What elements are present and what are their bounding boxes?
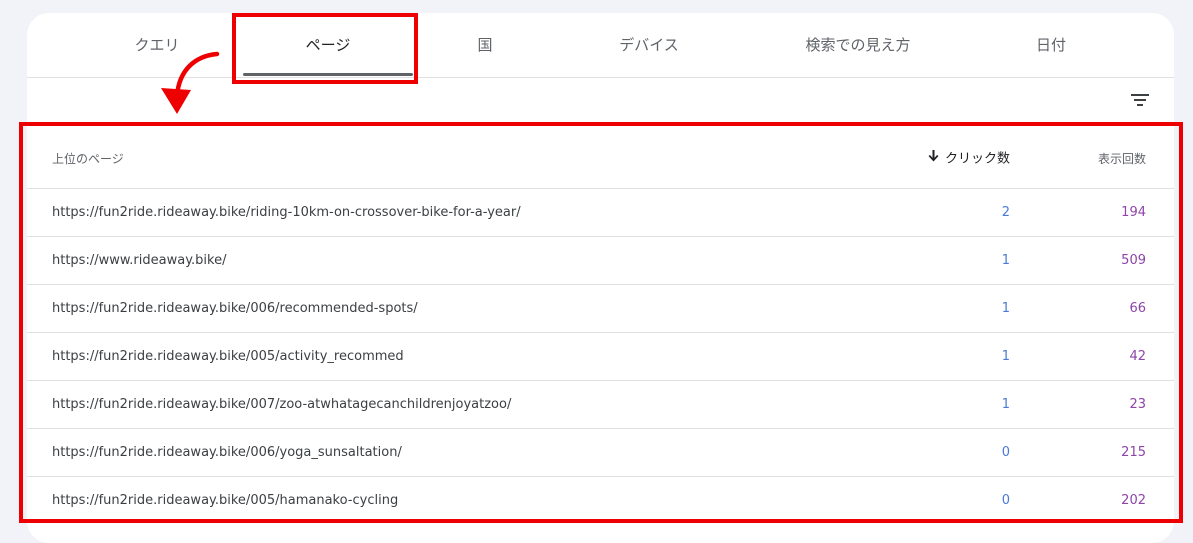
pages-table: 上位のページ クリック数 表示回数 https://fun2ride.ridea… xyxy=(27,130,1174,524)
filter-icon xyxy=(1131,94,1149,106)
table-row[interactable]: https://fun2ride.rideaway.bike/005/haman… xyxy=(27,477,1174,524)
clicks-value: 1 xyxy=(1001,397,1010,412)
impressions-value: 202 xyxy=(1121,493,1146,508)
page-url[interactable]: https://www.rideaway.bike/ xyxy=(52,237,226,284)
tab-devices[interactable]: デバイス xyxy=(609,13,689,77)
impressions-value: 42 xyxy=(1129,349,1146,364)
table-row[interactable]: https://www.rideaway.bike/1 509 xyxy=(27,237,1174,285)
active-tab-indicator xyxy=(243,73,413,76)
impressions-value: 23 xyxy=(1129,397,1146,412)
page-url[interactable]: https://fun2ride.rideaway.bike/005/activ… xyxy=(52,333,404,380)
tab-queries[interactable]: クエリ xyxy=(124,13,189,77)
dimension-tabs: クエリ ページ 国 デバイス 検索での見え方 日付 xyxy=(27,13,1174,77)
page-url[interactable]: https://fun2ride.rideaway.bike/005/haman… xyxy=(52,477,398,524)
tabs-divider xyxy=(27,77,1174,78)
table-row[interactable]: https://fun2ride.rideaway.bike/005/activ… xyxy=(27,333,1174,381)
clicks-value: 1 xyxy=(1001,301,1010,316)
table-header: 上位のページ クリック数 表示回数 xyxy=(27,130,1174,189)
arrow-down-icon xyxy=(928,130,939,188)
impressions-value: 509 xyxy=(1121,253,1146,268)
page-url[interactable]: https://fun2ride.rideaway.bike/riding-10… xyxy=(52,189,521,236)
tab-pages[interactable]: ページ xyxy=(296,13,361,77)
column-header-impressions[interactable]: 表示回数 xyxy=(1098,130,1146,188)
clicks-value: 1 xyxy=(1001,253,1010,268)
page-url[interactable]: https://fun2ride.rideaway.bike/007/zoo-a… xyxy=(52,381,511,428)
impressions-value: 215 xyxy=(1121,445,1146,460)
table-row[interactable]: https://fun2ride.rideaway.bike/riding-10… xyxy=(27,189,1174,237)
tab-search-appearance[interactable]: 検索での見え方 xyxy=(795,13,920,77)
tab-countries[interactable]: 国 xyxy=(467,13,502,77)
column-header-page: 上位のページ xyxy=(52,152,124,166)
page-url[interactable]: https://fun2ride.rideaway.bike/006/yoga_… xyxy=(52,429,402,476)
table-row[interactable]: https://fun2ride.rideaway.bike/006/recom… xyxy=(27,285,1174,333)
clicks-value: 1 xyxy=(1001,349,1010,364)
annotation-highlight-table-bottom xyxy=(19,519,1183,523)
filter-button[interactable] xyxy=(1125,86,1155,114)
page-url[interactable]: https://fun2ride.rideaway.bike/006/recom… xyxy=(52,285,418,332)
tab-dates[interactable]: 日付 xyxy=(1026,13,1076,77)
column-header-clicks[interactable]: クリック数 xyxy=(928,130,1010,188)
clicks-value: 0 xyxy=(1001,445,1010,460)
clicks-value: 0 xyxy=(1001,493,1010,508)
table-row[interactable]: https://fun2ride.rideaway.bike/007/zoo-a… xyxy=(27,381,1174,429)
table-body: https://fun2ride.rideaway.bike/riding-10… xyxy=(27,189,1174,524)
column-header-clicks-label: クリック数 xyxy=(944,151,1010,167)
impressions-value: 66 xyxy=(1129,301,1146,316)
impressions-value: 194 xyxy=(1121,205,1146,220)
table-row[interactable]: https://fun2ride.rideaway.bike/006/yoga_… xyxy=(27,429,1174,477)
clicks-value: 2 xyxy=(1001,205,1010,220)
